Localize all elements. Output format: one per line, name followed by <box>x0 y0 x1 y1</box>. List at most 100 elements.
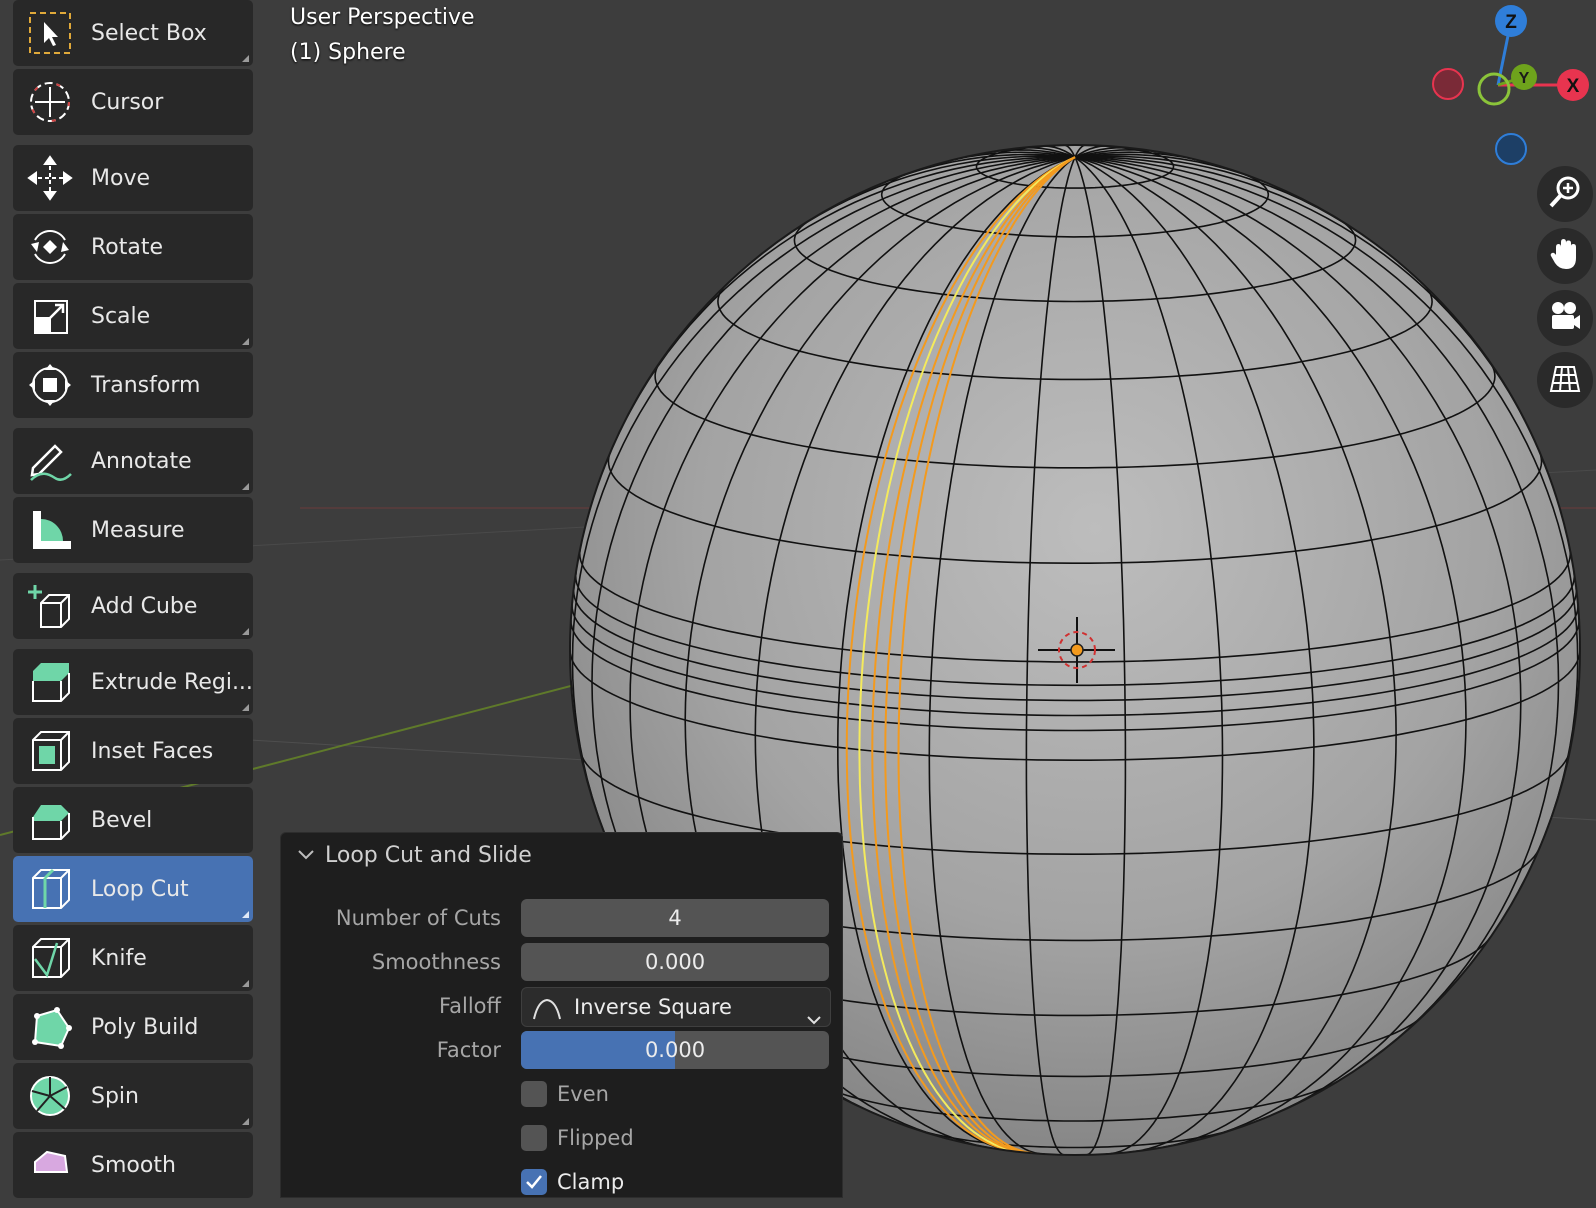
tool-label: Loop Cut <box>91 876 189 902</box>
falloff-row: Falloff Inverse Square <box>281 987 842 1027</box>
factor-row: Factor 0.000 <box>281 1031 842 1071</box>
zoom-button[interactable] <box>1537 166 1593 222</box>
x-axis-handle[interactable]: X <box>1557 69 1589 101</box>
select-box-icon <box>23 6 77 60</box>
tool-select-box[interactable]: Select Box <box>13 0 253 66</box>
annotate-icon <box>23 434 77 488</box>
tool-add-cube[interactable]: Add Cube <box>13 573 253 639</box>
measure-icon <box>23 503 77 557</box>
transform-icon <box>23 358 77 412</box>
corner-arrow-icon <box>242 483 249 490</box>
tool-label: Move <box>91 165 150 191</box>
tool-measure[interactable]: Measure <box>13 497 253 563</box>
neg-y-axis-handle[interactable] <box>1477 72 1511 106</box>
panel-title: Loop Cut and Slide <box>325 843 532 868</box>
checkbox-box <box>521 1125 547 1151</box>
tool-label: Inset Faces <box>91 738 214 764</box>
svg-text:Z: Z <box>1505 12 1517 33</box>
tool-label: Spin <box>91 1083 139 1109</box>
cursor-icon <box>23 75 77 129</box>
tool-label: Cursor <box>91 89 164 115</box>
smooth-icon <box>23 1138 77 1192</box>
number-of-cuts-row: Number of Cuts 4 <box>281 899 842 939</box>
tool-inset-faces[interactable]: Inset Faces <box>13 718 253 784</box>
factor-value: 0.000 <box>644 1038 706 1062</box>
corner-arrow-icon <box>242 1118 249 1125</box>
tool-smooth[interactable]: Smooth <box>13 1132 253 1198</box>
ortho-toggle-button[interactable] <box>1537 352 1593 408</box>
tool-knife[interactable]: Knife <box>13 925 253 991</box>
svg-text:Y: Y <box>1519 70 1530 87</box>
tool-label: Add Cube <box>91 593 198 619</box>
tool-label: Extrude Regi... <box>91 669 253 695</box>
factor-slider[interactable]: 0.000 <box>521 1031 829 1069</box>
corner-arrow-icon <box>242 980 249 987</box>
tool-label: Smooth <box>91 1152 176 1178</box>
navigation-gizmo[interactable]: Y Z X <box>1410 0 1596 170</box>
number-of-cuts-label: Number of Cuts <box>335 906 501 930</box>
tool-label: Poly Build <box>91 1014 199 1040</box>
neg-x-axis-handle[interactable] <box>1432 68 1464 100</box>
clamp-label: Clamp <box>557 1170 625 1194</box>
smoothness-value: 0.000 <box>644 950 706 974</box>
extrude-region-icon <box>23 655 77 709</box>
3d-viewport[interactable]: User Perspective (1) Sphere Select Box C… <box>0 0 1596 1198</box>
tool-scale[interactable]: Scale <box>13 283 253 349</box>
camera-icon <box>1548 299 1582 337</box>
loop-cut-icon <box>23 862 77 916</box>
tool-move[interactable]: Move <box>13 145 253 211</box>
zoom-icon <box>1548 175 1582 213</box>
checkbox-box <box>521 1169 547 1195</box>
scale-icon <box>23 289 77 343</box>
tool-loop-cut[interactable]: Loop Cut <box>13 856 253 922</box>
flipped-checkbox[interactable]: Flipped <box>521 1125 634 1151</box>
tool-label: Select Box <box>91 20 207 46</box>
tool-label: Knife <box>91 945 147 971</box>
corner-arrow-icon <box>242 338 249 345</box>
inverse-square-curve-icon <box>532 995 562 1026</box>
tool-poly-build[interactable]: Poly Build <box>13 994 253 1060</box>
chevron-down-icon <box>297 846 315 865</box>
tool-spin[interactable]: Spin <box>13 1063 253 1129</box>
tool-label: Rotate <box>91 234 164 260</box>
falloff-value: Inverse Square <box>574 995 732 1019</box>
y-axis-handle[interactable]: Y <box>1511 64 1537 90</box>
active-object-label: (1) Sphere <box>290 40 406 65</box>
chevron-down-icon <box>806 1000 822 1026</box>
poly-build-icon <box>23 1000 77 1054</box>
corner-arrow-icon <box>242 55 249 62</box>
tool-label: Transform <box>91 372 201 398</box>
number-of-cuts-value: 4 <box>668 906 682 930</box>
even-checkbox[interactable]: Even <box>521 1081 609 1107</box>
clamp-checkbox[interactable]: Clamp <box>521 1169 624 1195</box>
z-axis-handle[interactable]: Z <box>1495 5 1527 37</box>
tool-extrude-region[interactable]: Extrude Regi... <box>13 649 253 715</box>
tool-label: Scale <box>91 303 151 329</box>
tool-cursor[interactable]: Cursor <box>13 69 253 135</box>
falloff-label: Falloff <box>438 994 501 1018</box>
tool-label: Bevel <box>91 807 153 833</box>
loop-cut-operator-panel: Loop Cut and Slide Number of Cuts 4 Smoo… <box>280 832 843 1198</box>
neg-z-axis-handle[interactable] <box>1495 133 1527 165</box>
bevel-icon <box>23 793 77 847</box>
tool-bevel[interactable]: Bevel <box>13 787 253 853</box>
number-of-cuts-field[interactable]: 4 <box>521 899 829 937</box>
even-label: Even <box>557 1082 609 1106</box>
falloff-dropdown[interactable]: Inverse Square <box>521 987 831 1027</box>
corner-arrow-icon <box>242 628 249 635</box>
tool-label: Measure <box>91 517 185 543</box>
panel-header[interactable]: Loop Cut and Slide <box>297 843 532 868</box>
rotate-icon <box>23 220 77 274</box>
spin-icon <box>23 1069 77 1123</box>
tool-annotate[interactable]: Annotate <box>13 428 253 494</box>
factor-label: Factor <box>436 1038 501 1062</box>
tool-transform[interactable]: Transform <box>13 352 253 418</box>
camera-view-button[interactable] <box>1537 290 1593 346</box>
viewport-title: User Perspective <box>290 5 475 30</box>
inset-faces-icon <box>23 724 77 778</box>
smoothness-field[interactable]: 0.000 <box>521 943 829 981</box>
tool-shelf: Select Box Cursor Move Rotate Scale Tran… <box>13 0 253 1208</box>
pan-button[interactable] <box>1537 228 1593 284</box>
tool-rotate[interactable]: Rotate <box>13 214 253 280</box>
tool-label: Annotate <box>91 448 192 474</box>
